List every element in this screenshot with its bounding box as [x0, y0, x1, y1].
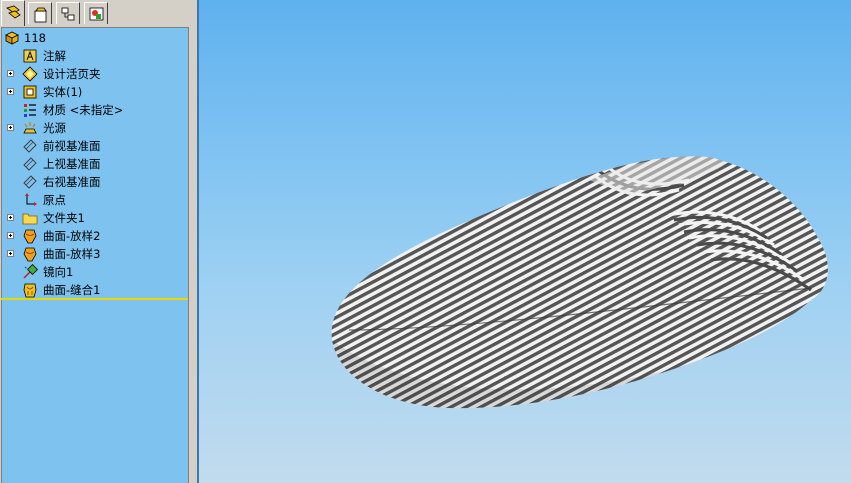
tree-item-label: 实体(1) — [43, 85, 83, 99]
tab-displaymanager[interactable] — [84, 2, 108, 24]
tree-item-label: 原点 — [43, 193, 66, 207]
panel-splitter[interactable] — [188, 27, 197, 483]
tree-item-label: 曲面-放样2 — [43, 229, 101, 243]
tab-featuremanager[interactable] — [1, 0, 25, 26]
tree-root[interactable]: 118 — [2, 29, 188, 47]
tree-item[interactable]: 镜向1 — [2, 263, 188, 281]
origin-icon — [25, 193, 37, 206]
tree-item[interactable]: 原点 — [2, 191, 188, 209]
expand-plus-icon[interactable] — [7, 250, 14, 257]
tree-item[interactable]: 曲面-放样3 — [2, 245, 188, 263]
feature-tree: 118 注解设计活页夹实体(1) 材质 <未指定> 光源前视基准面上视基准面右视基准… — [1, 27, 188, 300]
tree-item-label: 曲面-缝合1 — [43, 283, 101, 297]
tree-item[interactable]: 前视基准面 — [2, 137, 188, 155]
tree-item-label: 镜向1 — [43, 265, 74, 279]
surface-knit-icon — [23, 283, 37, 298]
feature-tree-icon — [6, 5, 21, 19]
expand-plus-icon[interactable] — [7, 232, 14, 239]
feature-manager-panel: 118 注解设计活页夹实体(1) 材质 <未指定> 光源前视基准面上视基准面右视基准… — [0, 0, 197, 483]
tree-item-label: 右视基准面 — [43, 175, 101, 189]
tree-item-label: 曲面-放样3 — [43, 247, 101, 261]
zebra-striped-surface-model — [331, 156, 828, 409]
tree-item-label: 设计活页夹 — [43, 67, 101, 81]
tree-item[interactable]: 注解 — [2, 47, 188, 65]
tree-item[interactable]: 光源 — [2, 119, 188, 137]
configuration-icon — [61, 7, 75, 21]
mirror-icon — [23, 264, 38, 279]
part-name: 118 — [24, 31, 46, 45]
surface-loft-icon — [23, 229, 37, 244]
tree-item[interactable]: 右视基准面 — [2, 173, 188, 191]
solid-bodies-icon — [23, 85, 37, 99]
tree-item-label: 上视基准面 — [43, 157, 101, 171]
folder-icon — [22, 213, 38, 225]
expand-plus-icon[interactable] — [7, 88, 14, 95]
tab-configurationmanager[interactable] — [56, 2, 80, 24]
tree-item-label: 注解 — [43, 49, 66, 63]
tree-item[interactable]: 设计活页夹 — [2, 65, 188, 83]
tree-item-label: 文件夹1 — [43, 211, 85, 225]
material-icon — [24, 104, 36, 117]
tree-item[interactable]: 曲面-缝合1 — [2, 281, 188, 299]
expand-plus-icon[interactable] — [7, 214, 14, 221]
tree-item-label: 光源 — [43, 121, 66, 135]
part-icon — [5, 31, 19, 45]
feature-tree-empty-area — [1, 300, 188, 483]
display-icon — [89, 7, 104, 21]
expand-plus-icon[interactable] — [7, 124, 14, 131]
tree-item[interactable]: 上视基准面 — [2, 155, 188, 173]
annotation-icon — [23, 49, 37, 63]
manager-tab-strip — [0, 0, 197, 27]
tree-item[interactable]: 文件夹1 — [2, 209, 188, 227]
plane-icon — [23, 175, 37, 189]
property-icon — [34, 7, 47, 23]
surface-loft-icon — [23, 247, 37, 262]
design-binder-icon — [22, 66, 38, 82]
tab-propertymanager[interactable] — [28, 2, 52, 24]
expand-plus-icon[interactable] — [7, 70, 14, 77]
plane-icon — [23, 139, 37, 153]
tree-item[interactable]: 实体(1) — [2, 83, 188, 101]
lights-icon — [23, 122, 37, 134]
tree-item[interactable]: 材质 <未指定> — [2, 101, 188, 119]
graphics-area[interactable] — [197, 0, 851, 483]
tree-item[interactable]: 曲面-放样2 — [2, 227, 188, 245]
tree-item-label: 前视基准面 — [43, 139, 101, 153]
tree-item-label: 材质 <未指定> — [43, 103, 124, 117]
plane-icon — [23, 157, 37, 171]
